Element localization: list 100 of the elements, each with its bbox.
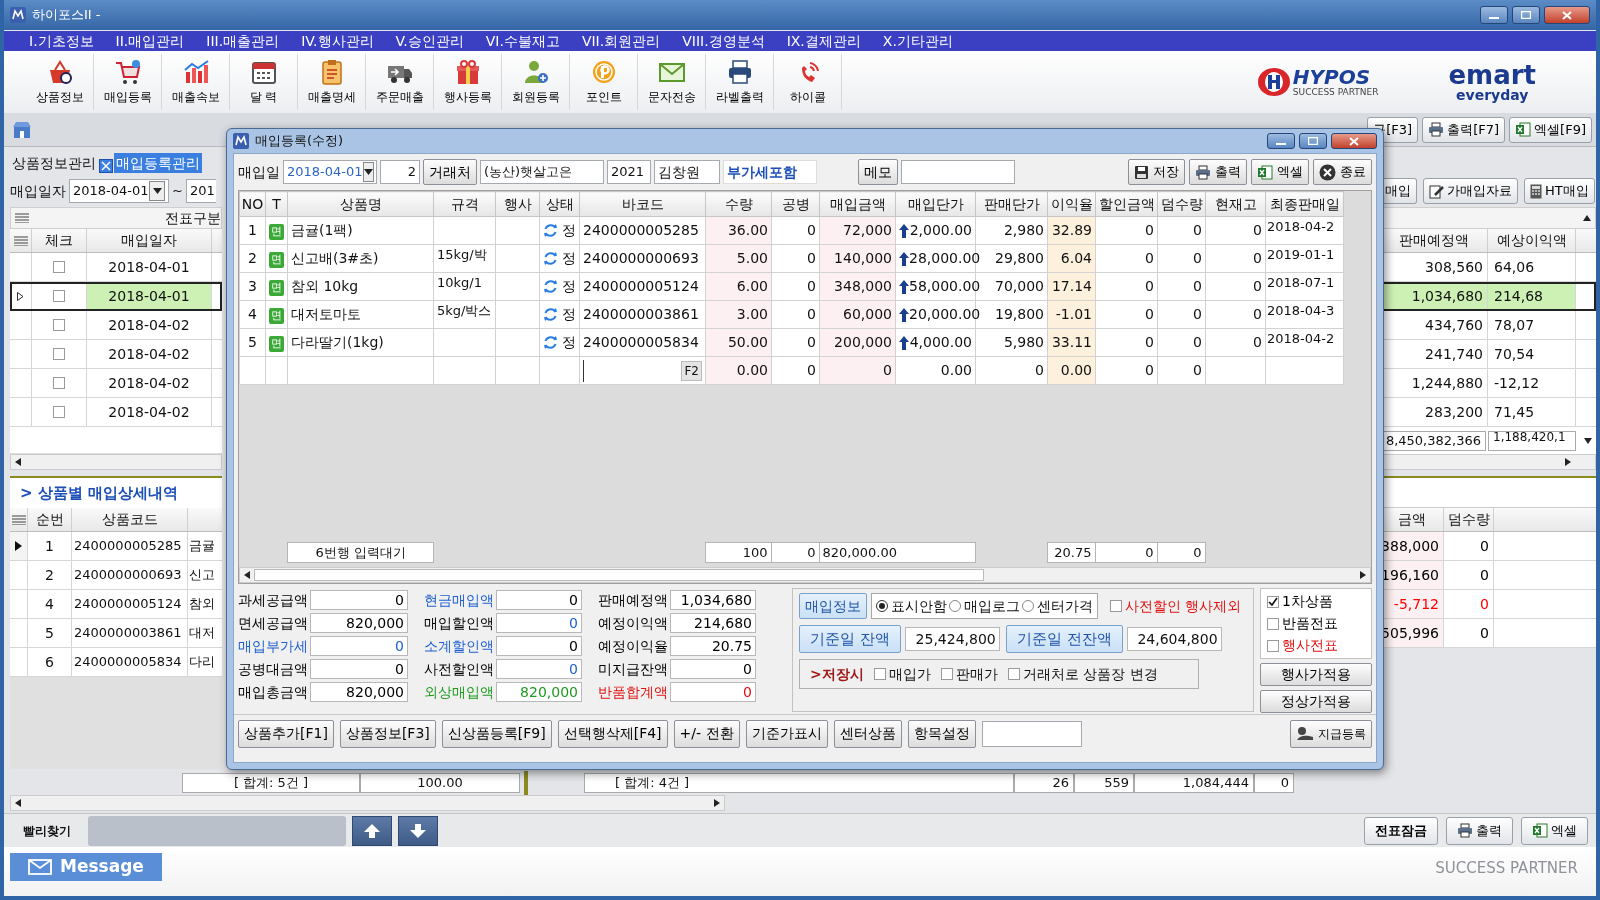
toolbar-button[interactable]: 매출속보 (162, 54, 230, 110)
toolbar-button[interactable]: 엑셀 (1251, 159, 1309, 185)
scrollbar[interactable] (10, 454, 222, 470)
toolbar-button[interactable]: 행사등록 (434, 54, 502, 110)
search-field[interactable] (88, 815, 346, 846)
menu-item[interactable]: III.매출관리 (195, 31, 291, 51)
footer-button[interactable]: 상품정보[F3] (339, 719, 436, 748)
date-field[interactable]: 2018-04-01 (69, 179, 169, 203)
menu-item[interactable]: I.기초정보 (18, 31, 105, 51)
dropdown-button[interactable] (149, 181, 165, 201)
checkbox[interactable] (1267, 617, 1279, 630)
radio-label[interactable]: 센터가격 (1037, 595, 1093, 617)
checkbox[interactable] (873, 668, 886, 680)
checkbox-label[interactable]: 1차상품 (1282, 591, 1333, 612)
checkbox[interactable] (53, 377, 65, 389)
balance-button[interactable]: 기준일 전잔액 (1005, 625, 1123, 653)
apply-button[interactable]: 행사가적용 (1260, 663, 1372, 686)
toolbar-button[interactable]: 회원등록 (502, 54, 570, 110)
toolbar-button[interactable]: 엑셀[F9] (1509, 116, 1592, 143)
maximize-button[interactable] (1512, 6, 1540, 24)
tab[interactable]: 상품정보관리 (10, 153, 98, 173)
checkbox[interactable] (53, 406, 65, 418)
toolbar-button[interactable]: 포인트 (570, 54, 638, 110)
checkbox-label[interactable]: 행사전표 (1282, 635, 1338, 656)
toolbar-button[interactable]: 엑셀 (1521, 816, 1588, 845)
checkbox[interactable] (53, 348, 65, 360)
checkbox[interactable] (1110, 600, 1122, 612)
toolbar-button[interactable]: 문자전송 (638, 54, 706, 110)
footer-button[interactable]: 센터상품 (833, 719, 902, 748)
manager-field[interactable]: 김창원 (654, 160, 720, 184)
toolbar-button[interactable]: 가매입자료 (1423, 178, 1518, 204)
radio-label[interactable]: 매입로그 (964, 595, 1020, 617)
checkbox[interactable] (940, 668, 953, 680)
menu-item[interactable]: X.기타관리 (871, 31, 964, 51)
payment-button[interactable]: 지급등록 (1290, 719, 1372, 748)
toolbar-button[interactable]: 하이콜 (774, 54, 842, 110)
radio-button[interactable] (876, 600, 888, 612)
row-header[interactable] (10, 532, 28, 560)
radio-label[interactable]: 표시안함 (891, 595, 947, 617)
checkbox-label[interactable]: 매입가 (888, 663, 931, 685)
checkbox-label[interactable]: 판매가 (955, 663, 998, 685)
checkbox-label[interactable]: 반품전표 (1282, 613, 1338, 634)
footer-button[interactable]: 신상품등록[F9] (441, 719, 552, 748)
menu-item[interactable]: IX.결제관리 (775, 31, 872, 51)
balance-button[interactable]: 기준일 잔액 (799, 625, 901, 653)
date-field[interactable]: 201 (185, 179, 216, 203)
footer-button[interactable]: +/- 전환 (673, 719, 740, 748)
memo-field[interactable] (901, 160, 1015, 184)
minimize-button[interactable] (1480, 6, 1508, 24)
radio-button[interactable] (1022, 600, 1034, 612)
toolbar-button[interactable]: 상품정보 (26, 54, 94, 110)
checkbox[interactable] (53, 290, 65, 302)
toolbar-button[interactable]: 출력 (1446, 816, 1513, 845)
scrollbar-thumb[interactable] (254, 569, 984, 581)
checkbox-label[interactable]: 사전할인 행사제외 (1125, 595, 1242, 617)
footer-button[interactable]: 상품추가[F1] (238, 719, 334, 748)
toolbar-button[interactable]: 라벨출력 (706, 54, 774, 110)
toolbar-button[interactable]: 종료 (1313, 159, 1372, 185)
number-field[interactable]: 2 (380, 160, 420, 184)
menu-item[interactable]: VI.수불재고 (474, 31, 571, 51)
toolbar-button[interactable]: 출력 (1189, 159, 1247, 185)
scrollbar[interactable] (10, 795, 725, 811)
toolbar-button[interactable]: 매입등록 (94, 54, 162, 110)
toolbar-button[interactable]: 주문매출 (366, 54, 434, 110)
close-button[interactable] (1544, 6, 1590, 24)
vendor-field[interactable]: (농산)햇살고은 (480, 160, 604, 184)
toolbar-button[interactable]: 출력[F7] (1422, 116, 1506, 143)
toolbar-button[interactable]: HT매입 (1524, 178, 1595, 204)
toolbar-button[interactable]: 매출명세 (298, 54, 366, 110)
checkbox[interactable] (1267, 639, 1279, 652)
toolbar-button[interactable]: 전표잠금 (1364, 816, 1438, 845)
dropdown-button[interactable] (362, 162, 374, 182)
footer-button[interactable]: 선택행삭제[F4] (557, 719, 668, 748)
tab[interactable]: 매입등록관리 (114, 153, 202, 173)
checkbox[interactable] (53, 261, 65, 273)
checkbox[interactable] (53, 319, 65, 331)
minimize-button[interactable] (1267, 133, 1295, 149)
code-field[interactable]: 2021 (607, 160, 651, 184)
scrollbar[interactable] (239, 567, 1371, 583)
move-down-button[interactable] (398, 815, 438, 846)
menu-item[interactable]: IV.행사관리 (290, 31, 385, 51)
checkbox[interactable] (1007, 668, 1020, 680)
maximize-button[interactable] (1299, 133, 1327, 149)
close-button[interactable] (1331, 133, 1377, 149)
toolbar-button[interactable]: 달 력 (230, 54, 298, 110)
checkbox-label[interactable]: 거래처로 상품장 변경 (1022, 663, 1158, 685)
menu-item[interactable]: VIII.경영분석 (671, 31, 776, 51)
radio-button[interactable] (949, 600, 961, 612)
toolbar-button[interactable]: 저장 (1128, 159, 1185, 185)
footer-button[interactable]: 기준가표시 (745, 719, 828, 748)
date-field[interactable]: 2018-04-01 (283, 160, 377, 184)
input-field[interactable] (981, 720, 1082, 747)
menu-item[interactable]: VII.회원관리 (570, 31, 672, 51)
move-up-button[interactable] (352, 815, 392, 846)
apply-button[interactable]: 정상가적용 (1260, 690, 1372, 713)
checkbox[interactable] (1267, 595, 1279, 608)
menu-item[interactable]: V.승인관리 (384, 31, 475, 51)
info-button[interactable]: 매입정보 (799, 593, 867, 619)
memo-button[interactable]: 메모 (858, 159, 898, 185)
vendor-button[interactable]: 거래처 (423, 159, 477, 185)
